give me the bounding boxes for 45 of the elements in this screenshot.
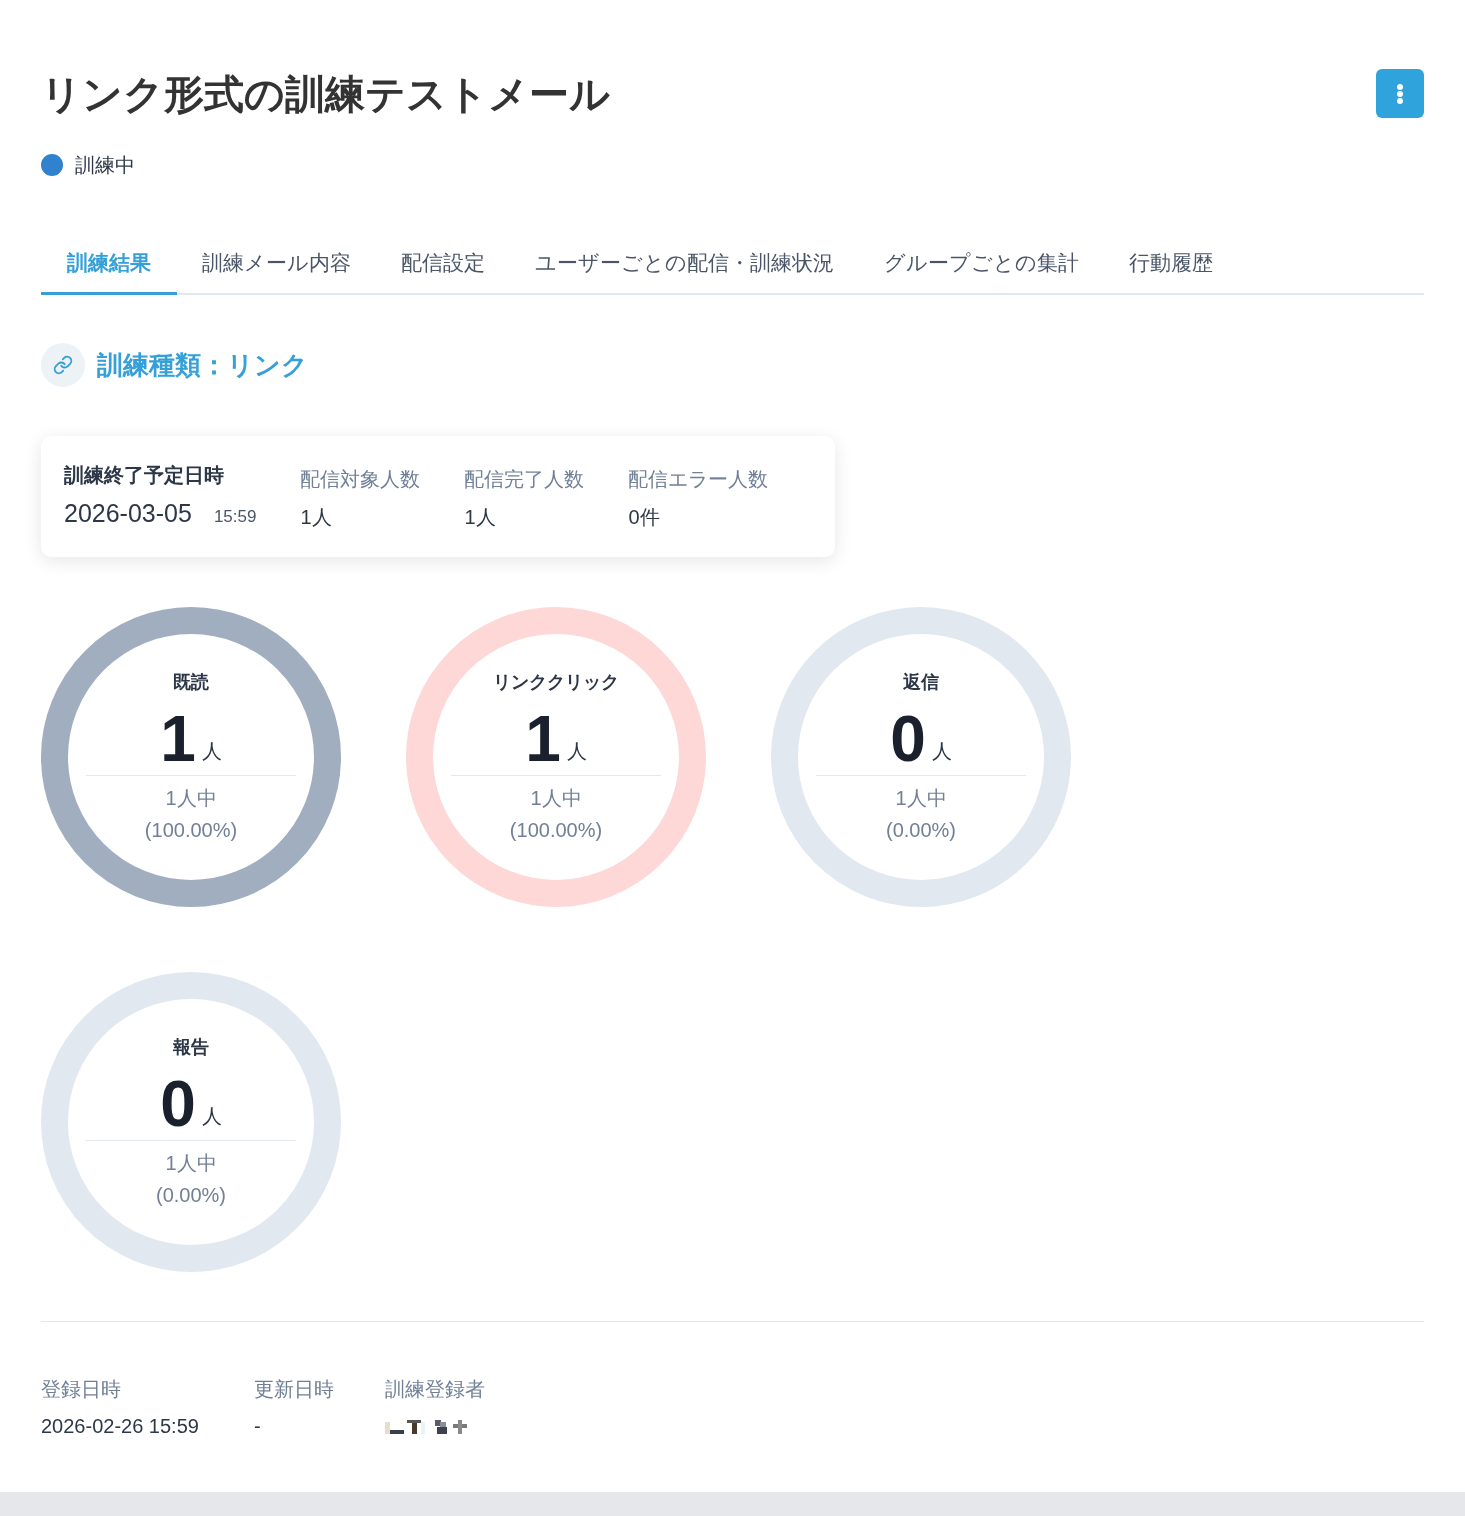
stat-unit: 人 [566,739,587,763]
summary-value: 1人 [464,505,497,530]
more-icon [1397,83,1403,104]
stat-label: 返信 [903,671,939,694]
end-date-label: 訓練終了予定日時 [64,463,225,488]
stat-total: 1人中 [895,786,947,811]
meta-label: 更新日時 [254,1377,335,1402]
stat-label: 報告 [173,1036,209,1059]
tab[interactable]: グループごとの集計 [859,242,1104,295]
stat-percent: (100.00%) [509,818,603,843]
status-label: 訓練中 [75,153,135,178]
tab[interactable]: 行動履歴 [1104,242,1238,295]
tab[interactable]: 配信設定 [376,242,510,295]
stat-unit: 人 [931,739,952,763]
stat-count: 1 [160,709,196,769]
stat-total: 1人中 [530,786,582,811]
stat-unit: 人 [201,739,222,763]
summary-value: 0件 [628,505,661,530]
end-time-value: 15:59 [213,506,257,528]
meta-label: 訓練登録者 [385,1377,485,1402]
summary-value: 1人 [300,505,333,530]
page-title: リンク形式の訓練テストメール [41,71,610,118]
end-date-value: 2026-03-05 [64,498,192,529]
meta-value: 2026-02-26 15:59 [41,1414,199,1439]
more-menu-button[interactable] [1376,69,1424,118]
stat-label: 既読 [173,671,209,694]
stat-count: 0 [160,1074,196,1134]
stat-total: 1人中 [165,1151,217,1176]
stat-unit: 人 [201,1104,222,1128]
stat-percent: (100.00%) [144,818,238,843]
stat-label: リンククリック [493,671,619,694]
tab[interactable]: ユーザーごとの配信・訓練状況 [510,242,859,295]
summary-label: 配信エラー人数 [628,467,769,492]
meta-value: - [254,1414,261,1439]
meta-label: 登録日時 [41,1377,122,1402]
section-title: 訓練種類：リンク [97,349,308,382]
stat-total: 1人中 [165,786,217,811]
stat-percent: (0.00%) [156,1183,226,1208]
tab[interactable]: 訓練メール内容 [177,242,376,295]
stat-percent: (0.00%) [886,818,956,843]
summary-label: 配信完了人数 [464,467,585,492]
stat-count: 1 [525,709,561,769]
stat-count: 0 [890,709,926,769]
link-icon [41,343,85,387]
summary-label: 配信対象人数 [300,467,421,492]
